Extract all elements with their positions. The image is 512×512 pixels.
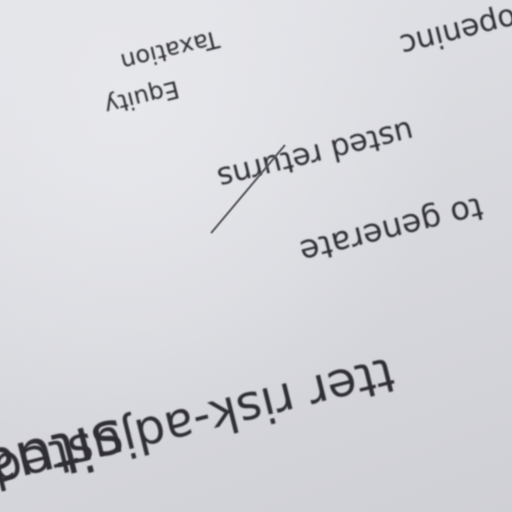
text-taxation: Taxation [117,24,222,77]
text-to-generate: to generate [296,189,487,272]
text-adjusted-returns: usted returns [213,113,417,196]
text-opening: openinc [396,0,512,63]
text-equity: Equity [101,74,182,121]
document-photo: situation tter risk-adjusted retu to gen… [0,0,512,512]
paper-sheet: situation tter risk-adjusted retu to gen… [0,0,512,512]
